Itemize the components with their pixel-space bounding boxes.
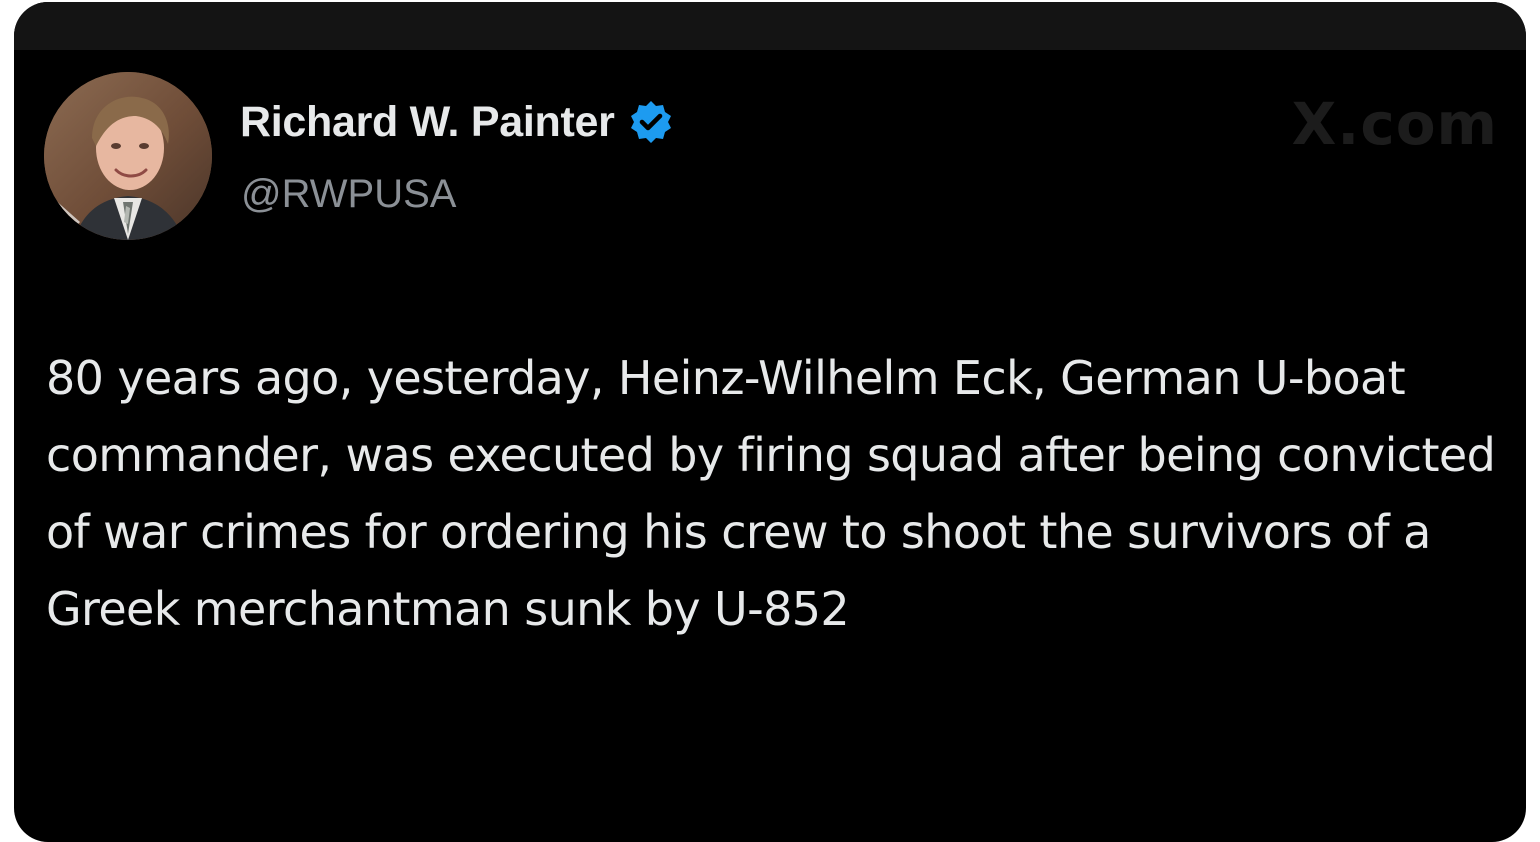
tweet-card: Richard W. Painter @RWPUSA X.com 80 year… [14,2,1526,842]
author-handle[interactable]: @RWPUSA [241,172,456,217]
author-name-row: Richard W. Painter [240,94,675,150]
top-band [14,2,1526,50]
tweet-text: 80 years ago, yesterday, Heinz-Wilhelm E… [46,351,1496,636]
verified-badge-icon[interactable] [627,98,675,146]
watermark: X.com [1291,90,1498,158]
avatar-image [44,72,212,240]
avatar[interactable] [44,72,212,240]
display-name[interactable]: Richard W. Painter [240,98,615,147]
